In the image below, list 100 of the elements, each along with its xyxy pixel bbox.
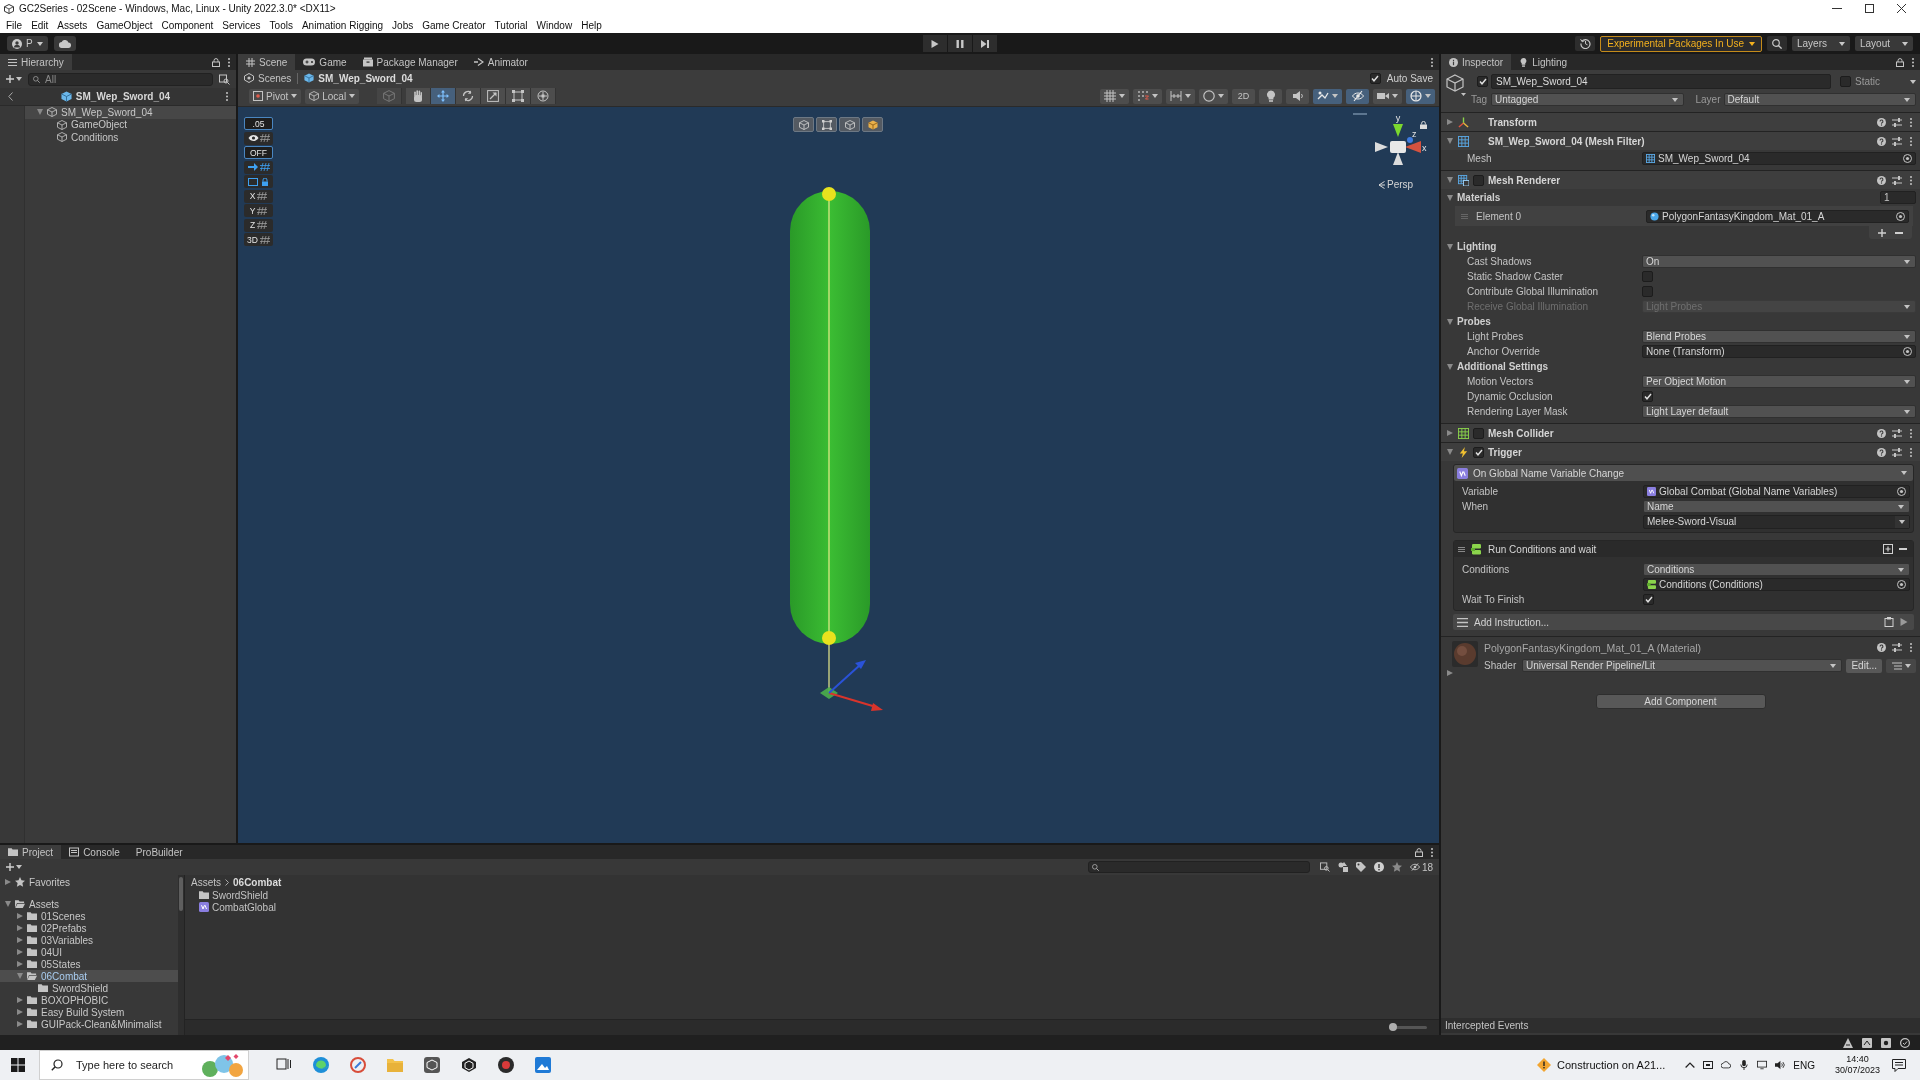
dropdown[interactable]: On: [1642, 255, 1916, 268]
scrollbar[interactable]: [178, 875, 184, 1035]
slider-thumb[interactable]: [1388, 1023, 1397, 1031]
panel-tab[interactable]: Hierarchy: [0, 54, 72, 70]
tool-button[interactable]: [456, 88, 482, 104]
ring-slash-icon[interactable]: [349, 1057, 366, 1073]
overlay-button[interactable]: .05: [244, 117, 273, 130]
component-header[interactable]: Transform: [1441, 112, 1920, 131]
breadcrumb-item[interactable]: Assets: [191, 876, 221, 888]
folder-tree-item[interactable]: 02Prefabs: [17, 922, 87, 934]
component-header[interactable]: SM_Wep_Sword_04 (Mesh Filter): [1441, 131, 1920, 150]
fold-arrow-icon[interactable]: [5, 901, 11, 907]
menu-item[interactable]: Assets: [57, 19, 88, 31]
history-button[interactable]: [1575, 36, 1596, 51]
view-option-button[interactable]: [1259, 88, 1282, 104]
back-chevron-icon[interactable]: [8, 92, 13, 101]
pivot-dropdown[interactable]: Pivot: [249, 88, 302, 104]
minus-icon[interactable]: [1895, 231, 1903, 234]
component-header[interactable]: Mesh Renderer: [1441, 170, 1920, 189]
monitor-icon[interactable]: [1757, 1060, 1768, 1070]
panel-tab[interactable]: Inspector: [1441, 54, 1512, 70]
axis-snap-button[interactable]: X: [244, 189, 273, 203]
triangle-icon[interactable]: [1843, 1037, 1853, 1048]
folder-tree-item[interactable]: 01Scenes: [17, 910, 86, 922]
search-by-type-icon[interactable]: [1319, 862, 1330, 872]
list-element[interactable]: Element 0 PolygonFantasyKingdom_Mat_01_A: [1455, 206, 1913, 226]
view-option-button[interactable]: [1199, 88, 1228, 104]
tool-button[interactable]: [531, 88, 557, 104]
view-option-button[interactable]: [1133, 88, 1162, 104]
menu-item[interactable]: Window: [536, 19, 573, 31]
overlay-tool-button[interactable]: [816, 117, 837, 132]
view-option-button[interactable]: [1346, 88, 1369, 104]
checkbox[interactable]: [1642, 286, 1653, 297]
overlay-tool-button[interactable]: [862, 117, 883, 132]
folder-tree-item[interactable]: Easy Build System: [17, 1006, 125, 1018]
space-dropdown[interactable]: Local: [305, 88, 360, 104]
handle-point[interactable]: [822, 631, 836, 645]
menu-item[interactable]: Animation Rigging: [301, 19, 384, 31]
component-header[interactable]: Mesh Collider: [1441, 423, 1920, 442]
help-icon[interactable]: [1877, 447, 1886, 457]
object-picker-icon[interactable]: [1896, 211, 1905, 221]
fold-arrow-icon[interactable]: [1447, 243, 1453, 250]
checkbox[interactable]: [1473, 446, 1484, 458]
search-field[interactable]: All: [28, 72, 213, 86]
asset-item[interactable]: SwordShield: [199, 889, 269, 901]
tag-icon[interactable]: [1355, 862, 1366, 872]
fold-arrow-icon[interactable]: [17, 1009, 23, 1015]
folder-tree-item[interactable]: 04UI: [17, 946, 63, 958]
panel-tab[interactable]: Lighting: [1511, 54, 1576, 70]
cube-app-icon[interactable]: [423, 1057, 440, 1073]
help-icon[interactable]: [1877, 117, 1886, 127]
lock-icon[interactable]: [1896, 57, 1904, 67]
language-indicator[interactable]: ENG: [1793, 1059, 1815, 1071]
tool-button[interactable]: [431, 88, 457, 104]
plus-icon[interactable]: [1878, 228, 1886, 237]
search-field[interactable]: [1087, 861, 1310, 873]
instruction-header[interactable]: Run Conditions and wait: [1454, 541, 1913, 557]
object-field[interactable]: SM_Wep_Sword_04: [1642, 152, 1916, 165]
folder-tree-item[interactable]: Favorites: [5, 876, 71, 888]
clock-date[interactable]: 30/07/2023: [1834, 1065, 1880, 1076]
layout-dropdown[interactable]: Layout: [1855, 36, 1913, 51]
play-icon[interactable]: [1900, 618, 1908, 626]
panel-tab[interactable]: Package Manager: [354, 54, 466, 70]
dot-box-icon[interactable]: [1881, 1037, 1891, 1048]
check-circle-icon[interactable]: [1900, 1037, 1910, 1048]
event-dropdown[interactable]: On Global Name Variable Change: [1454, 465, 1913, 481]
panel-tab[interactable]: Console: [61, 845, 128, 859]
maximize-icon[interactable]: [1865, 4, 1874, 13]
shader-menu-button[interactable]: [1886, 658, 1916, 673]
play-button[interactable]: [923, 35, 947, 52]
add-instruction-button[interactable]: Add Instruction...: [1453, 614, 1914, 630]
dropdown-field[interactable]: Melee-Sword-Visual: [1643, 514, 1910, 529]
speaker-icon[interactable]: [1775, 1060, 1786, 1070]
fold-arrow-icon[interactable]: [1447, 430, 1453, 436]
expand-box-icon[interactable]: [1883, 544, 1893, 554]
view-option-button[interactable]: [1166, 88, 1195, 104]
asset-item[interactable]: CombatGlobal: [199, 901, 276, 913]
account-button[interactable]: P: [7, 36, 48, 51]
component-header[interactable]: Trigger: [1441, 442, 1920, 461]
add-button[interactable]: [6, 860, 22, 874]
view-option-button[interactable]: [1406, 88, 1435, 104]
lock-icon[interactable]: [1415, 847, 1423, 857]
object-field[interactable]: Conditions (Conditions): [1643, 578, 1910, 591]
fold-arrow-icon[interactable]: [17, 973, 23, 979]
panel-tab[interactable]: Animator: [465, 54, 536, 70]
add-button[interactable]: [6, 72, 22, 86]
menu-item[interactable]: Tools: [269, 19, 293, 31]
fold-arrow-icon[interactable]: [1447, 670, 1453, 676]
preset-sliders-icon[interactable]: [1892, 117, 1902, 127]
fold-arrow-icon[interactable]: [17, 913, 23, 919]
gameobject-cube-icon[interactable]: [1446, 74, 1466, 96]
object-field[interactable]: None (Transform): [1642, 345, 1916, 358]
dropdown[interactable]: Name: [1643, 500, 1910, 513]
overlay-button[interactable]: [244, 131, 273, 145]
menu-item[interactable]: Help: [581, 19, 602, 31]
active-checkbox[interactable]: [1477, 76, 1488, 87]
drag-handle-icon[interactable]: [1353, 113, 1367, 115]
task-view-icon[interactable]: [275, 1057, 292, 1073]
view-option-button[interactable]: [1100, 88, 1129, 104]
fold-arrow-icon[interactable]: [37, 109, 43, 116]
